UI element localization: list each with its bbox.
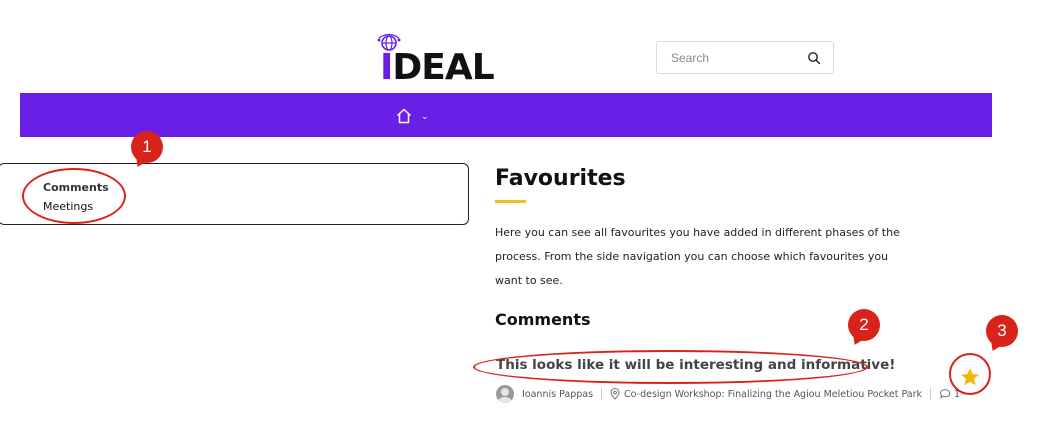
search-input[interactable] [671,50,807,65]
title-underline [495,200,526,203]
annotation-oval-1 [22,168,126,224]
meta-divider [930,388,932,400]
page-title: Favourites [495,166,626,191]
main-content: Favourites Here you can see all favourit… [495,163,915,331]
annotation-badge-1: 1 [131,131,163,163]
avatar [496,385,514,403]
main-navbar: ⌄ [20,93,992,137]
intro-text: Here you can see all favourites you have… [495,226,900,287]
search-box[interactable] [656,41,834,74]
annotation-oval-3 [949,353,991,395]
chevron-down-icon[interactable]: ⌄ [421,111,429,121]
comment-meta: Ioannis Pappas Co-design Workshop: Final… [496,385,960,403]
comment-location[interactable]: Co-design Workshop: Finalizing the Agiou… [624,389,922,400]
comment-author[interactable]: Ioannis Pappas [522,389,593,400]
annotation-badge-2: 2 [848,309,880,341]
search-icon[interactable] [807,51,821,65]
annotation-badge-3: 3 [986,315,1018,347]
comment-bubble-icon [940,389,951,399]
ideal-logo[interactable]: IDEAL [372,26,512,88]
logo-wordmark: IDEAL [380,47,495,88]
location-pin-icon [610,388,620,400]
home-icon[interactable] [395,107,413,125]
meta-divider [601,388,603,400]
nav-home-menu[interactable]: ⌄ [395,105,437,127]
annotation-oval-2 [473,350,868,384]
